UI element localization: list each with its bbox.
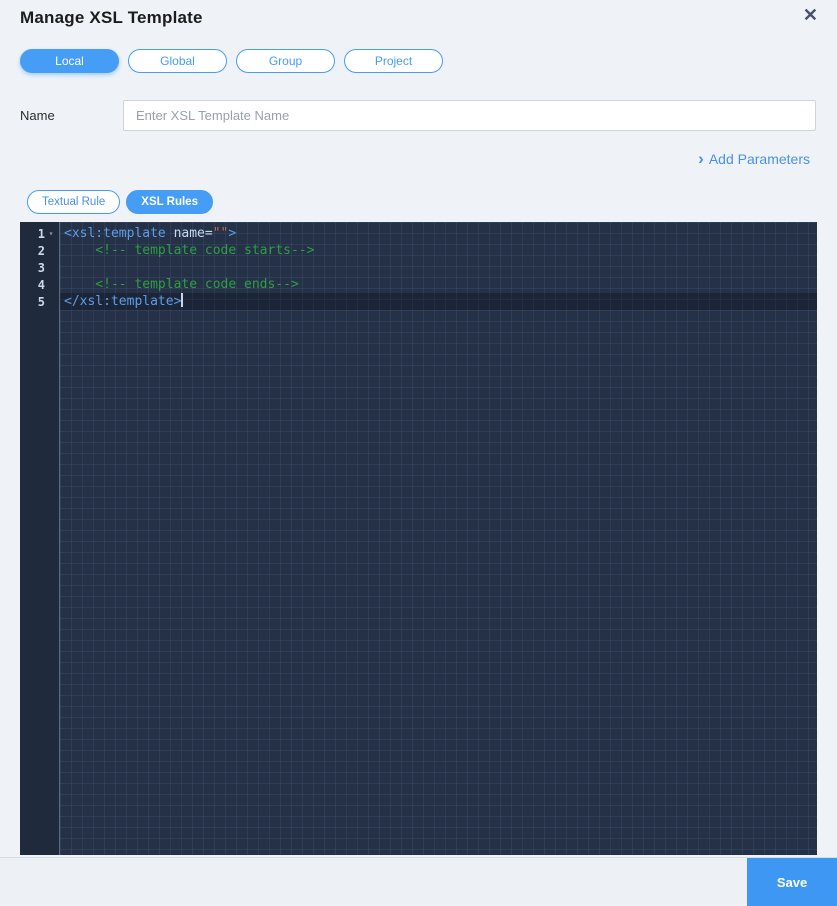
code-line[interactable]: <xsl:template name=""> [60, 225, 817, 242]
scope-pill-project[interactable]: Project [344, 49, 443, 73]
gutter-line: 3 [20, 259, 59, 276]
code-token-attr: name= [174, 226, 213, 241]
line-number: 2 [38, 244, 45, 258]
page-title: Manage XSL Template [20, 8, 203, 28]
xsl-template-name-input[interactable] [123, 100, 816, 131]
text-cursor [181, 293, 183, 307]
tab-textual-rule[interactable]: Textual Rule [27, 190, 120, 214]
line-number: 3 [38, 261, 45, 275]
tab-xsl-rules[interactable]: XSL Rules [126, 190, 213, 214]
code-line[interactable]: <!-- template code starts--> [60, 242, 817, 259]
xsl-code-editor[interactable]: 1▾2345 <xsl:template name=""> <!-- templ… [20, 222, 817, 855]
save-button[interactable]: Save [747, 858, 837, 906]
gutter-line: 1▾ [20, 225, 59, 242]
add-parameters-label: Add Parameters [709, 151, 810, 167]
gutter-line: 4 [20, 276, 59, 293]
editor-code[interactable]: <xsl:template name=""> <!-- template cod… [60, 222, 817, 855]
name-label: Name [20, 108, 55, 123]
scope-pill-global[interactable]: Global [128, 49, 227, 73]
line-number: 5 [38, 295, 45, 309]
code-token-string: "" [213, 226, 229, 241]
add-parameters-link[interactable]: › Add Parameters [698, 151, 810, 167]
editor-gutter: 1▾2345 [20, 222, 60, 855]
manage-xsl-template-dialog: Manage XSL Template ✕ Local Global Group Pr… [0, 0, 837, 905]
code-token-comment: <!-- template code starts--> [64, 243, 314, 258]
code-line[interactable]: </xsl:template> [60, 293, 817, 310]
scope-pill-group: Local Global Group Project [20, 49, 443, 73]
code-token-tag: <xsl:template [64, 226, 174, 241]
code-token-tag: > [228, 226, 236, 241]
scope-pill-local[interactable]: Local [20, 49, 119, 73]
rule-tabs: Textual RuleXSL Rules [27, 190, 213, 214]
chevron-right-icon: › [698, 152, 704, 166]
code-line[interactable]: <!-- template code ends--> [60, 276, 817, 293]
gutter-line: 2 [20, 242, 59, 259]
code-line[interactable] [60, 259, 817, 276]
code-token-comment: <!-- template code ends--> [64, 277, 299, 292]
dialog-footer: Save [0, 857, 837, 905]
close-icon[interactable]: ✕ [803, 6, 818, 24]
line-number: 1 [38, 227, 45, 241]
code-token-tag: </xsl:template> [64, 294, 181, 309]
gutter-line: 5 [20, 293, 59, 310]
line-number: 4 [38, 278, 45, 292]
scope-pill-group[interactable]: Group [236, 49, 335, 73]
fold-arrow-icon[interactable]: ▾ [45, 225, 57, 242]
